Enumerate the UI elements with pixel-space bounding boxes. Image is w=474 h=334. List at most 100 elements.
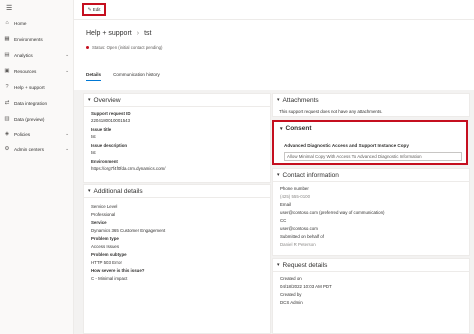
divider: [273, 181, 469, 182]
request-details-title: Request details: [282, 261, 328, 269]
sidebar-item-label: Home: [14, 20, 27, 26]
command-bar: ✎ Edit: [74, 0, 474, 20]
sidebar-item-label: Admin centers: [14, 146, 44, 152]
collapse-caret-icon: ▾: [280, 125, 283, 132]
chevron-down-icon[interactable]: ⌄: [65, 68, 69, 74]
sidebar-item-label: Policies: [14, 131, 31, 137]
severity-label: How severe is this issue?: [91, 268, 145, 273]
submitted-on-behalf-value: Daniel R Peterson: [280, 242, 316, 247]
admin-centers-icon: ⚙: [4, 146, 10, 152]
sidebar-item-label: Data integration: [14, 100, 48, 106]
chevron-down-icon[interactable]: ⌄: [65, 52, 69, 58]
breadcrumb-root[interactable]: Help + support: [86, 30, 132, 37]
problem-type-value: Access Issues: [91, 244, 120, 249]
additional-details-card: ▾ Additional details Service Level Profe…: [83, 184, 271, 334]
cc-value: user@contoso.com: [280, 226, 318, 231]
sidebar-item-label: Environments: [14, 36, 43, 42]
main-content: Help + support › tst Status: Open (initial…: [74, 20, 474, 334]
help-support-icon: ?: [5, 84, 9, 90]
collapse-caret-icon: ▾: [88, 188, 91, 194]
sidebar-item-data-integration[interactable]: ⇄ Data integration: [0, 97, 74, 109]
tab-communication-history[interactable]: Communication history: [113, 72, 160, 81]
phone-value: (425) 555-0100: [280, 194, 311, 199]
sidebar-item-environments[interactable]: ▦ Environments: [0, 33, 74, 45]
email-label: Email: [280, 202, 291, 207]
sidebar-item-label: Help + support: [14, 84, 45, 90]
environment-label: Environment: [91, 159, 118, 164]
support-request-id-value: 2204180010001543: [91, 118, 131, 123]
divider: [84, 106, 270, 107]
request-details-header[interactable]: ▾ Request details: [273, 259, 469, 271]
issue-description-label: Issue description: [91, 143, 128, 148]
contact-information-title: Contact information: [282, 171, 339, 179]
sidebar-item-resources[interactable]: ▣ Resources ⌄: [0, 65, 74, 77]
submitted-on-behalf-label: Submitted on behalf of: [280, 234, 324, 239]
sidebar-item-home[interactable]: ⌂ Home: [0, 17, 74, 29]
collapse-caret-icon: ▾: [277, 172, 280, 178]
problem-subtype-value: HTTP 503 Error: [91, 260, 122, 265]
status-dot-icon: [86, 46, 89, 49]
hamburger-menu-icon[interactable]: ☰: [6, 5, 12, 12]
attachments-title: Attachments: [282, 96, 319, 104]
attachments-header[interactable]: ▾ Attachments: [273, 94, 469, 106]
created-by-value: DCS Admin: [280, 300, 303, 305]
issue-title-label: Issue title: [91, 127, 112, 132]
overview-title: Overview: [93, 96, 121, 104]
consent-option[interactable]: Allow Minimal Copy With Access To Advanc…: [284, 152, 462, 161]
tab-details[interactable]: Details: [86, 72, 102, 81]
issue-description-value: tst: [91, 150, 96, 155]
created-on-value: 04/18/2022 10:03 AM PDT: [280, 284, 332, 289]
sidebar-item-analytics[interactable]: ▤ Analytics ⌄: [0, 49, 74, 61]
consent-header[interactable]: ▾ Consent: [280, 125, 312, 132]
sidebar-item-help-support[interactable]: ? Help + support: [0, 81, 74, 93]
breadcrumb-separator: ›: [136, 30, 140, 37]
attachments-card: ▾ Attachments This support request does …: [272, 93, 470, 117]
divider: [84, 197, 270, 198]
sidebar-item-policies[interactable]: ◈ Policies ⌄: [0, 128, 74, 140]
chevron-down-icon[interactable]: ⌄: [65, 131, 69, 137]
service-level-label: Service Level: [91, 204, 118, 209]
pencil-icon: ✎: [87, 6, 92, 13]
divider: [273, 271, 469, 272]
breadcrumb-current: tst: [144, 30, 152, 37]
edit-button-label: Edit: [92, 7, 101, 12]
sidebar-item-admin-centers[interactable]: ⚙ Admin centers ⌄: [0, 143, 74, 155]
policies-icon: ◈: [4, 131, 10, 137]
additional-details-header[interactable]: ▾ Additional details: [84, 185, 270, 197]
analytics-icon: ▤: [4, 52, 10, 58]
status-line: Status: Open (initial contact pending): [86, 45, 162, 50]
phone-label: Phone number: [280, 186, 309, 191]
data-preview-icon: ▥: [4, 116, 10, 122]
cc-label: CC: [280, 218, 287, 223]
left-navigation: ☰ ⌂ Home ▦ Environments ▤ Analytics ⌄ ▣ Resource…: [0, 0, 74, 334]
sidebar-item-label: Resources: [14, 68, 37, 74]
problem-type-label: Problem type: [91, 236, 119, 241]
tab-bar: Details Communication history: [86, 72, 172, 81]
contact-information-header[interactable]: ▾ Contact information: [273, 169, 469, 181]
service-label: Service: [91, 220, 107, 225]
service-level-value: Professional: [91, 212, 116, 217]
breadcrumb: Help + support › tst: [86, 30, 151, 37]
collapse-caret-icon: ▾: [277, 97, 280, 103]
attachments-text: This support request does not have any a…: [279, 109, 383, 114]
chevron-down-icon[interactable]: ⌄: [65, 146, 69, 152]
collapse-caret-icon: ▾: [277, 262, 280, 268]
sidebar-item-label: Data (preview): [14, 116, 45, 122]
overview-header[interactable]: ▾ Overview: [84, 94, 270, 106]
created-by-label: Created by: [280, 292, 302, 297]
consent-card: ▾ Consent Advanced Diagnostic Access and…: [272, 120, 468, 165]
collapse-caret-icon: ▾: [88, 97, 91, 103]
data-integration-icon: ⇄: [4, 100, 10, 106]
resources-icon: ▣: [4, 68, 10, 74]
created-on-label: Created on: [280, 276, 302, 281]
status-text: Status: Open (initial contact pending): [92, 45, 163, 50]
service-value: Dynamics 365 Customer Engagement: [91, 228, 166, 233]
consent-title: Consent: [285, 125, 312, 132]
overview-card: ▾ Overview Support request ID 2204180010…: [83, 93, 271, 183]
environments-icon: ▦: [4, 36, 10, 42]
sidebar-item-data-preview[interactable]: ▥ Data (preview): [0, 113, 74, 125]
edit-button[interactable]: ✎ Edit: [82, 3, 106, 16]
issue-title-value: tst: [91, 134, 96, 139]
home-icon: ⌂: [5, 20, 9, 26]
additional-details-title: Additional details: [93, 187, 143, 195]
